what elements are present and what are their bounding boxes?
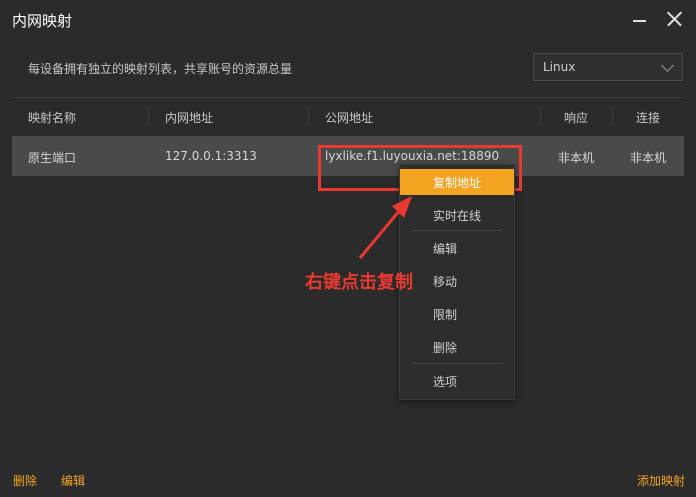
delete-button[interactable]: 删除 xyxy=(13,472,37,489)
add-mapping-button[interactable]: 添加映射 xyxy=(637,472,685,489)
annotation-text: 右键点击复制 xyxy=(305,272,413,293)
edit-button[interactable]: 编辑 xyxy=(61,472,85,489)
annotation-arrow-icon xyxy=(358,196,412,259)
